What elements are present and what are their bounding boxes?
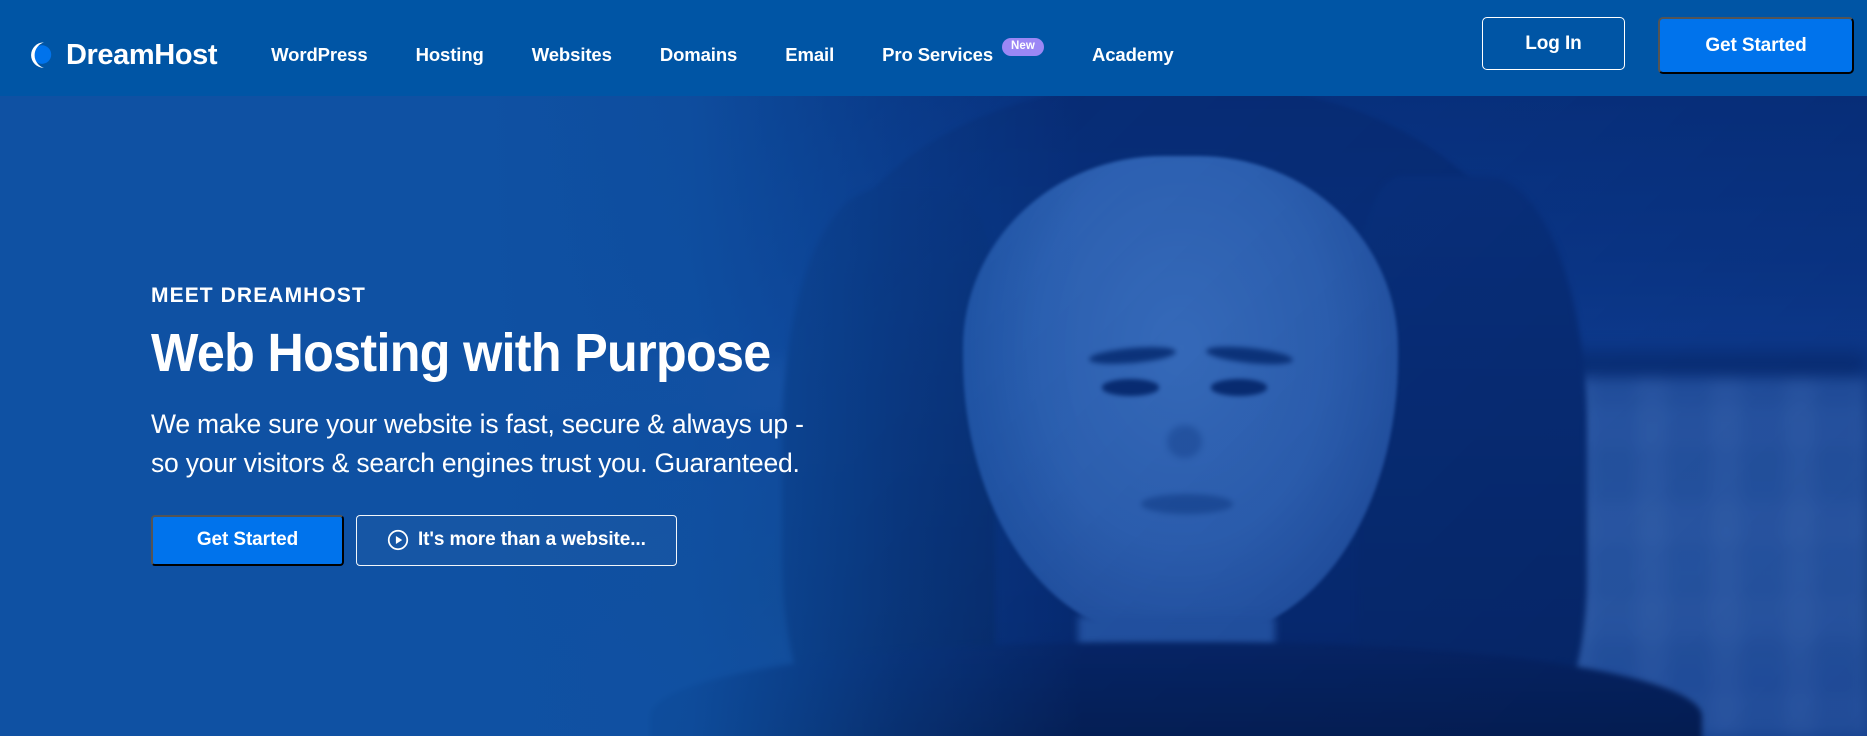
nav-label: Email (785, 44, 835, 65)
nav-label: WordPress (271, 44, 368, 65)
hero-video-button[interactable]: It's more than a website... (356, 514, 677, 566)
nav-item-wordpress[interactable]: WordPress (271, 38, 368, 72)
play-circle-icon (387, 529, 409, 551)
nav-item-websites[interactable]: Websites (532, 38, 612, 72)
nav-item-pro-services[interactable]: Pro Services New (882, 37, 1044, 72)
nav-label: Hosting (415, 44, 484, 65)
header-get-started-button[interactable]: Get Started (1658, 17, 1854, 74)
dreamhost-homepage: DreamHost WordPress Hosting Websites Dom… (0, 0, 1867, 736)
nav-label: Pro Services (882, 44, 994, 65)
nav-item-academy[interactable]: Academy (1092, 38, 1174, 72)
hero-get-started-button[interactable]: Get Started (151, 514, 344, 566)
logo-text: DreamHost (66, 38, 218, 71)
site-header: DreamHost WordPress Hosting Websites Dom… (0, 0, 1867, 96)
hero-video-button-label: It's more than a website... (418, 529, 646, 551)
nav-item-domains[interactable]: Domains (659, 38, 738, 72)
hero-content: MEET DREAMHOST Web Hosting with Purpose … (151, 284, 817, 566)
hero-subcopy: We make sure your website is fast, secur… (151, 405, 817, 483)
hero-eyebrow: MEET DREAMHOST (151, 284, 366, 307)
log-in-button[interactable]: Log In (1482, 17, 1625, 70)
new-badge: New (1002, 37, 1044, 57)
nav-item-email[interactable]: Email (785, 38, 834, 72)
dreamhost-logo[interactable]: DreamHost (24, 0, 218, 96)
hero-subcopy-line-2: so your visitors & search engines trust … (151, 447, 800, 478)
header-actions: Log In Get Started (1482, 0, 1867, 96)
dreamhost-moon-logo-icon (24, 40, 55, 71)
nav-label: Domains (659, 44, 738, 65)
nav-label: Academy (1091, 44, 1174, 65)
nav-label: Websites (531, 44, 612, 65)
nav-item-hosting[interactable]: Hosting (416, 38, 484, 72)
hero-cta-row: Get Started It's more than a website... (151, 514, 817, 566)
hero-subcopy-line-1: We make sure your website is fast, secur… (151, 408, 804, 439)
main-nav: WordPress Hosting Websites Domains Email… (271, 24, 1174, 72)
hero-headline: Web Hosting with Purpose (151, 323, 771, 383)
hero-section: MEET DREAMHOST Web Hosting with Purpose … (0, 96, 1867, 736)
